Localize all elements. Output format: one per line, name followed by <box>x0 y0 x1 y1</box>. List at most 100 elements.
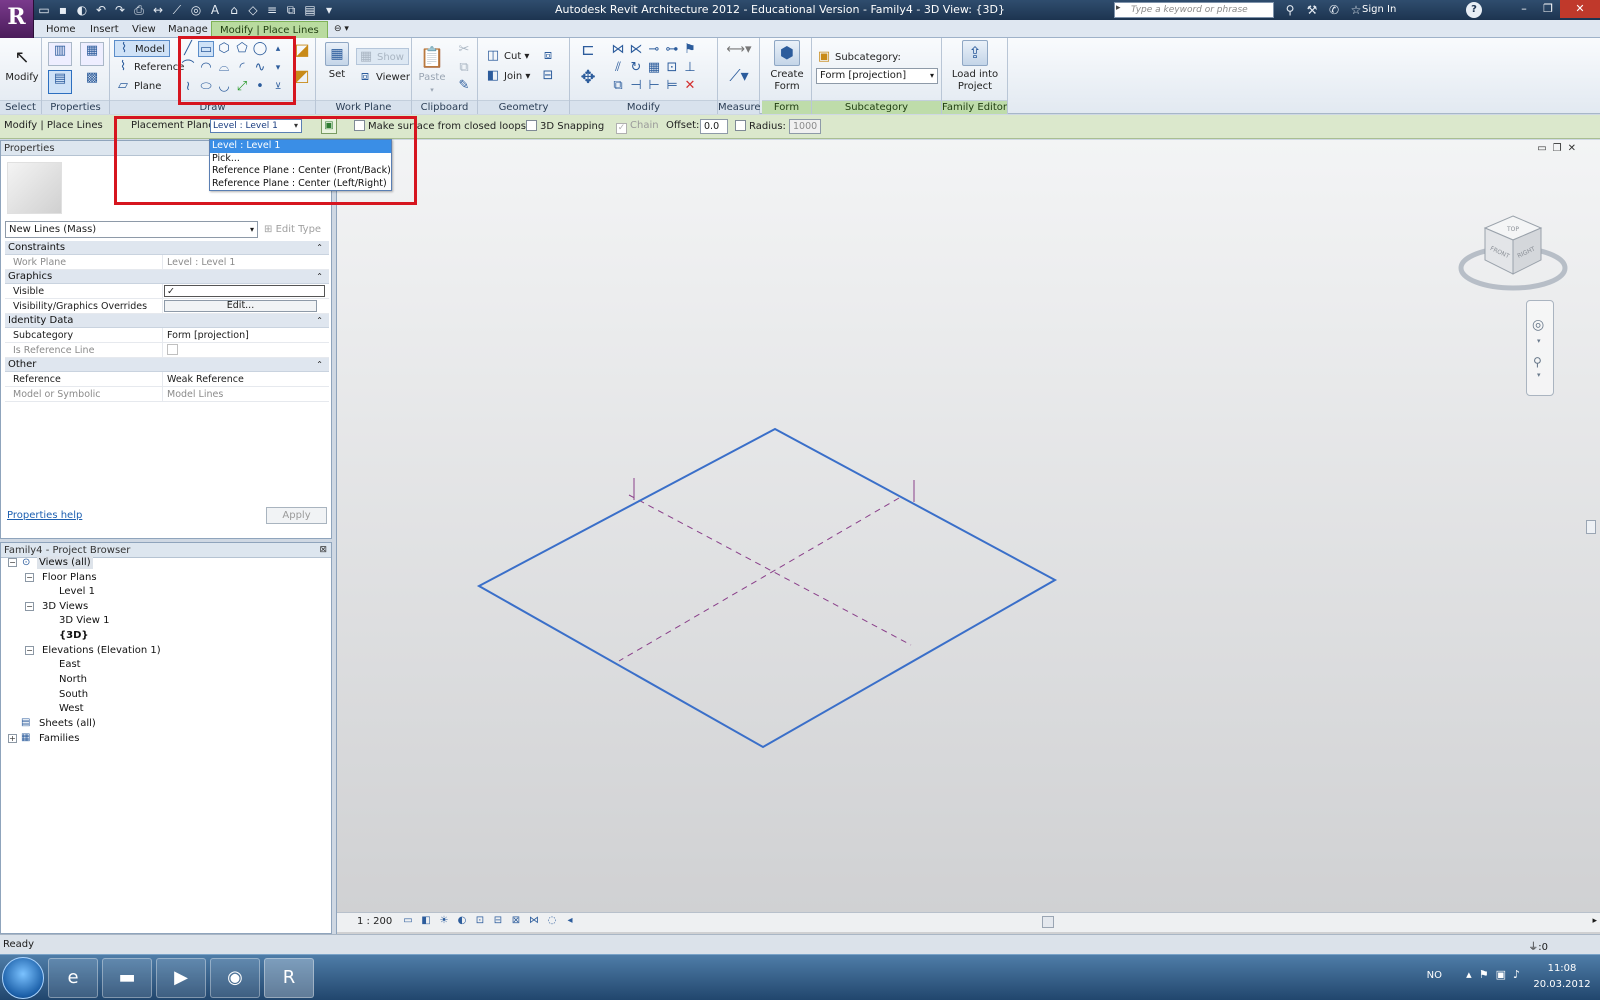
group-constraints[interactable]: Constraints ⌃ <box>5 241 329 255</box>
plane-button[interactable]: ▱ Plane <box>114 78 161 95</box>
viewer-button[interactable]: ⧈ Viewer <box>356 69 410 86</box>
tree-east[interactable]: East <box>59 658 81 671</box>
reference-line-button[interactable]: ⌇ Reference <box>114 59 185 76</box>
clock-date[interactable]: 20.03.2012 <box>1532 979 1592 990</box>
viewcube[interactable]: TOP FRONT RIGHT <box>1455 210 1571 300</box>
internet-explorer-icon[interactable]: e <box>48 958 98 998</box>
save-icon[interactable]: ▪ <box>55 2 71 18</box>
minimize-icon[interactable]: – <box>1512 0 1536 18</box>
selection-filter[interactable]: ⏚:0 <box>1528 938 1548 953</box>
show-hidden-icon[interactable]: ▴ <box>1466 968 1472 981</box>
model-line-rectangle[interactable] <box>476 427 1058 749</box>
language-indicator[interactable]: NO <box>1427 970 1442 981</box>
tree-families[interactable]: Families <box>39 732 79 745</box>
sync-icon[interactable]: ◐ <box>74 2 90 18</box>
set-work-plane-button[interactable]: ▦ Set <box>322 42 352 81</box>
dropdown-item-ref-left-right[interactable]: Reference Plane : Center (Left/Right) <box>210 178 391 191</box>
search-expand-icon[interactable]: ▸ <box>1116 3 1121 13</box>
close-icon[interactable]: ✕ <box>1560 0 1600 18</box>
cut-geometry-button[interactable]: ◫ Cut ▾ <box>484 48 530 65</box>
ribbon-minimize-icon[interactable]: ⊖ ▾ <box>326 21 357 38</box>
pin-icon[interactable]: ⊥ <box>682 60 698 76</box>
default-3d-icon[interactable]: ⌂ <box>226 2 242 18</box>
copy-icon[interactable]: ⧉ <box>456 60 472 76</box>
detail-level-icon[interactable]: ▭ <box>401 914 415 928</box>
mirror-axis-icon[interactable]: ⋈ <box>610 42 626 58</box>
collapse-icon[interactable]: ⌃ <box>316 314 323 328</box>
subscription-icon[interactable]: ⚒ <box>1304 2 1320 18</box>
crop-view-icon[interactable]: ⊡ <box>473 914 487 928</box>
steering-wheel-icon[interactable]: ◎ <box>1532 317 1544 333</box>
modify-button[interactable]: ↖ Modify <box>4 44 40 84</box>
tree-elevations[interactable]: Elevations (Elevation 1) <box>42 644 161 657</box>
switch-windows-icon[interactable]: ▤ <box>302 2 318 18</box>
undo-icon[interactable]: ↶ <box>93 2 109 18</box>
split-face-icon[interactable]: ⊟ <box>540 68 556 84</box>
properties-toggle-icon[interactable]: ▤ <box>48 70 72 94</box>
revit-taskbar-icon[interactable]: R <box>264 958 314 998</box>
unpin-icon[interactable]: ⚑ <box>682 42 698 58</box>
scale-icon[interactable]: ⊡ <box>664 60 680 76</box>
3d-viewport[interactable]: ▭❐✕ TOP FRONT RIGHT ◎ ▾ ⚲ ▾ 1 : 200 ▭ ◧ … <box>336 140 1600 934</box>
start-button[interactable] <box>2 957 44 999</box>
qat-dropdown-icon[interactable]: ▾ <box>321 2 337 18</box>
collapse-icon[interactable]: ⌃ <box>316 270 323 284</box>
chevron-down-icon[interactable]: ▾ <box>1537 371 1541 379</box>
volume-icon[interactable]: ♪ <box>1513 968 1520 981</box>
clock-time[interactable]: 11:08 <box>1532 963 1592 974</box>
is-reference-line-checkbox[interactable] <box>167 344 178 355</box>
zoom-icon[interactable]: ⚲ <box>1533 355 1542 369</box>
crop-region-icon[interactable]: ⊟ <box>491 914 505 928</box>
redo-icon[interactable]: ↷ <box>112 2 128 18</box>
temporary-hide-icon[interactable]: ⋈ <box>527 914 541 928</box>
text-icon[interactable]: A <box>207 2 223 18</box>
copy-element-icon[interactable]: ⧉ <box>610 78 626 94</box>
property-value[interactable]: Weak Reference <box>163 372 329 386</box>
family-types-icon[interactable]: ▦ <box>80 42 104 66</box>
application-menu-button[interactable]: R <box>0 0 34 38</box>
delete-icon[interactable]: ✕ <box>682 78 698 94</box>
match-properties-icon[interactable]: ✎ <box>456 78 472 94</box>
paste-button[interactable]: 📋 Paste ▾ <box>416 42 448 96</box>
group-graphics[interactable]: Graphics ⌃ <box>5 270 329 284</box>
dropdown-item-ref-front-back[interactable]: Reference Plane : Center (Front/Back) <box>210 165 391 178</box>
radius-input[interactable]: 1000 <box>789 119 821 134</box>
vg-edit-button[interactable]: Edit... <box>164 300 317 312</box>
tree-3d-current[interactable]: {3D} <box>59 629 89 642</box>
collapse-icon[interactable]: ⌃ <box>316 241 323 255</box>
print-icon[interactable]: ⎙ <box>131 2 147 18</box>
paste-dropdown-icon[interactable]: ▾ <box>416 84 448 96</box>
move-icon[interactable]: ✥ <box>576 69 600 94</box>
trim-multiple-icon[interactable]: ⊨ <box>664 78 680 94</box>
subcategory-select[interactable]: Form [projection] ▾ <box>816 68 938 84</box>
tab-home[interactable]: Home <box>38 21 84 38</box>
aligned-dimension-icon[interactable]: ⟋▾ <box>724 68 754 92</box>
split-element-icon[interactable]: ⊸ <box>646 42 662 58</box>
tab-insert[interactable]: Insert <box>82 21 127 38</box>
create-form-button[interactable]: ⬢ Create Form <box>766 40 808 93</box>
sun-path-icon[interactable]: ☀ <box>437 914 451 928</box>
cut-icon[interactable]: ✂ <box>456 42 472 58</box>
tree-south[interactable]: South <box>59 688 88 701</box>
join-geometry-button[interactable]: ◧ Join ▾ <box>484 68 531 85</box>
trim-extend-icon[interactable]: ⊣ <box>628 78 644 94</box>
scroll-left-icon[interactable]: ◂ <box>563 914 577 928</box>
reveal-hidden-icon[interactable]: ◌ <box>545 914 559 928</box>
apply-button[interactable]: Apply <box>266 507 327 524</box>
thin-lines-icon[interactable]: ≡ <box>264 2 280 18</box>
restore-icon[interactable]: ❐ <box>1536 0 1560 18</box>
shadows-icon[interactable]: ◐ <box>455 914 469 928</box>
dimension-icon[interactable]: ⟋ <box>169 2 185 18</box>
radius-checkbox[interactable]: Radius: <box>735 120 786 132</box>
edit-type-button[interactable]: ⊞ Edit Type <box>264 221 321 238</box>
search-input[interactable]: Type a keyword or phrase <box>1114 2 1274 18</box>
open-icon[interactable]: ▭ <box>36 2 52 18</box>
3d-snapping-box[interactable] <box>526 120 537 131</box>
group-identity-data[interactable]: Identity Data ⌃ <box>5 314 329 328</box>
collapse-toggle[interactable]: − <box>8 558 17 567</box>
dropdown-item-pick[interactable]: Pick... <box>210 153 391 166</box>
flag-icon[interactable]: ⚑ <box>1479 968 1489 981</box>
horizontal-scrollbar-thumb[interactable] <box>1042 916 1054 928</box>
property-value[interactable]: Form [projection] <box>163 328 329 342</box>
tree-sheets[interactable]: Sheets (all) <box>39 717 96 730</box>
